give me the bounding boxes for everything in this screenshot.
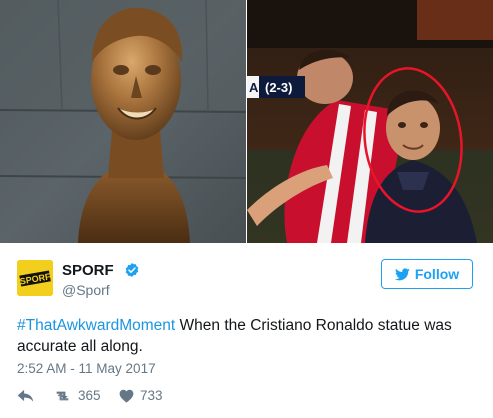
follow-button[interactable]: Follow xyxy=(381,259,473,289)
score-overlay: (2-3) xyxy=(265,80,292,95)
follow-button-label: Follow xyxy=(414,266,460,282)
retweet-icon xyxy=(56,391,69,400)
hashtag-link[interactable]: #ThatAwkwardMoment xyxy=(17,317,175,334)
like-count: 733 xyxy=(140,388,163,403)
display-name[interactable]: SPORF xyxy=(62,262,114,279)
user-handle[interactable]: @Sporf xyxy=(62,282,110,298)
verified-badge-icon xyxy=(125,263,139,277)
reply-icon xyxy=(17,389,34,402)
tweet-text: #ThatAwkwardMoment When the Cristiano Ro… xyxy=(17,315,479,357)
sporf-logo-icon: SPORF xyxy=(17,260,53,296)
statue-photo[interactable] xyxy=(0,0,246,243)
retweet-count: 365 xyxy=(78,388,101,403)
heart-icon xyxy=(119,389,134,403)
reply-button[interactable] xyxy=(17,388,34,403)
twitter-bird-icon xyxy=(394,267,410,280)
match-photo[interactable]: A (2-3) xyxy=(247,0,493,243)
like-button[interactable]: 733 xyxy=(119,388,163,403)
tweet-card: A (2-3) SPORF SPORF @Sporf Follow #ThatA… xyxy=(0,0,493,418)
avatar[interactable]: SPORF xyxy=(17,260,53,296)
tweet-media[interactable]: A (2-3) xyxy=(0,0,493,243)
retweet-button[interactable]: 365 xyxy=(53,388,101,403)
tweet-timestamp[interactable]: 2:52 AM - 11 May 2017 xyxy=(17,361,156,376)
overlay-left-mark: A xyxy=(249,80,259,95)
